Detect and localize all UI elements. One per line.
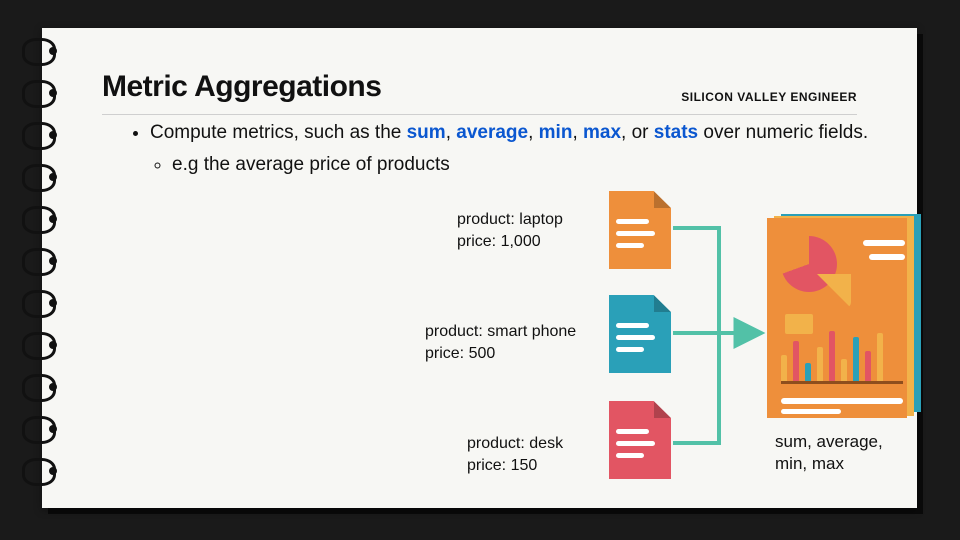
- slide-body: Compute metrics, such as the sum, averag…: [132, 120, 877, 177]
- bullet-text-pre: Compute metrics, such as the: [150, 122, 407, 143]
- keyword-min: min: [539, 122, 573, 143]
- keyword-stats: stats: [654, 122, 698, 143]
- keyword-max: max: [583, 122, 621, 143]
- spiral-binding: [22, 38, 62, 498]
- keyword-average: average: [456, 122, 528, 143]
- document-label: product: desk price: 150: [467, 433, 563, 476]
- slide-header: Metric Aggregations SILICON VALLEY ENGIN…: [102, 70, 857, 115]
- document-label: product: laptop price: 1,000: [457, 209, 563, 252]
- report-icon: [767, 218, 917, 418]
- keyword-sum: sum: [407, 122, 446, 143]
- document-icon: [609, 401, 671, 479]
- document-icon: [609, 191, 671, 269]
- diagram: product: laptop price: 1,000 product: sm…: [367, 173, 927, 503]
- page-title: Metric Aggregations: [102, 70, 381, 104]
- document-label: product: smart phone price: 500: [425, 321, 576, 364]
- report-caption: sum, average,min, max: [775, 431, 883, 475]
- bullet-text-post: over numeric fields.: [698, 122, 868, 143]
- slide-page: Metric Aggregations SILICON VALLEY ENGIN…: [42, 28, 917, 508]
- brand-label: SILICON VALLEY ENGINEER: [681, 90, 857, 104]
- bullet-main: Compute metrics, such as the sum, averag…: [150, 120, 877, 177]
- document-icon: [609, 295, 671, 373]
